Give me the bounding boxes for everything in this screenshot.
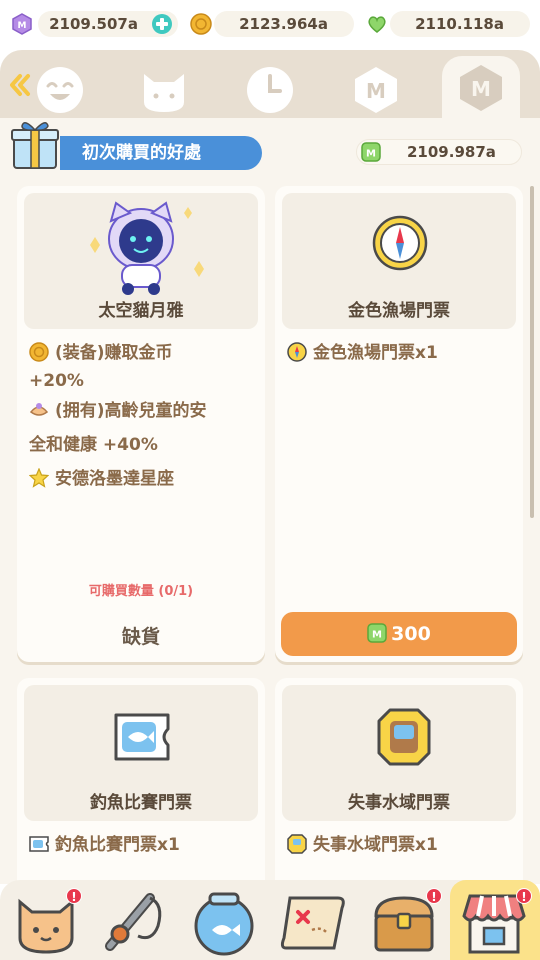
compass-icon <box>287 342 307 362</box>
product-card-space-cat[interactable]: 太空貓月雅 (装备)赚取金币 +20% (拥有)高齡兒童的安 全和健康 +40%… <box>17 186 265 662</box>
purchase-limit: 可購買數量 (0/1) <box>88 584 194 599</box>
tab-cat[interactable] <box>138 64 190 116</box>
tab-m-hex-active[interactable]: M <box>455 62 507 114</box>
gold-coin-balance: 2123.964a <box>214 11 354 37</box>
section-balance: M 2109.987a <box>356 139 522 165</box>
svg-text:M: M <box>372 630 382 641</box>
buy-price: 300 <box>391 623 431 645</box>
shop-content[interactable]: 初次購買的好處 M 2109.987a 太空貓月雅 (装备)赚取金币 +20% … <box>0 118 540 884</box>
nav-badge: ! <box>426 888 442 904</box>
product-effect-line: +20% <box>29 371 84 391</box>
product-card-golden-fishery[interactable]: 金色漁場門票 金色漁場門票x1 M 300 <box>275 186 523 662</box>
sold-out-label: 缺貨 <box>121 626 160 648</box>
product-card-fishing-contest[interactable]: 釣魚比賽門票 釣魚比賽門票x1 <box>17 678 265 884</box>
svg-text:M: M <box>471 77 491 101</box>
product-reward-line: 失事水域門票x1 <box>287 828 513 862</box>
svg-text:M: M <box>18 21 27 31</box>
m-ticket-icon: M <box>361 142 381 162</box>
nav-badge: ! <box>516 888 532 904</box>
product-reward-line: 釣魚比賽門票x1 <box>29 828 255 862</box>
fish-ticket-icon <box>114 713 170 761</box>
product-title: 釣魚比賽門票 <box>90 793 192 813</box>
m-ticket-icon: M <box>367 623 387 643</box>
green-heart-balance: 2110.118a <box>390 11 530 37</box>
buy-button[interactable]: M 300 <box>281 612 517 656</box>
product-title: 太空貓月雅 <box>98 301 184 321</box>
moon-gem-icon: M <box>12 13 32 35</box>
product-effect-line: (拥有)高齡兒童的安 <box>29 394 255 428</box>
gift-icon <box>11 122 59 169</box>
wreck-ticket-icon <box>377 708 431 766</box>
product-title: 失事水域門票 <box>348 793 450 813</box>
nav-fishing-rod-icon[interactable] <box>98 886 170 958</box>
product-card-wreck-waters[interactable]: 失事水域門票 失事水域門票x1 <box>275 678 523 884</box>
product-effect-line: 安德洛墨達星座 <box>29 462 255 496</box>
scrollbar[interactable] <box>530 186 534 518</box>
elder-care-icon <box>29 403 49 416</box>
tab-m-hex[interactable]: M <box>350 64 402 116</box>
nav-treasure-map-icon[interactable] <box>280 886 352 958</box>
tab-clock[interactable] <box>244 64 296 116</box>
section-title: 初次購買的好處 <box>60 136 262 170</box>
nav-fishbowl-icon[interactable] <box>188 886 260 958</box>
product-effect-line: 全和健康 +40% <box>29 435 158 455</box>
gold-coin-icon <box>29 342 49 362</box>
product-reward-line: 金色漁場門票x1 <box>287 336 513 370</box>
compass-icon <box>372 215 428 271</box>
currency-bar: M 2109.507a 2123.964a 2110.118a <box>0 0 540 50</box>
green-heart-icon <box>368 16 386 33</box>
tab-smile[interactable] <box>34 64 86 116</box>
star-icon <box>29 468 49 488</box>
space-cat-icon <box>90 201 204 295</box>
wreck-ticket-icon <box>287 834 307 854</box>
product-title: 金色漁場門票 <box>348 301 450 321</box>
add-currency-icon[interactable] <box>151 13 173 35</box>
back-chevron-icon[interactable] <box>6 72 32 98</box>
svg-text:M: M <box>366 149 376 160</box>
svg-text:M: M <box>366 79 386 103</box>
fish-ticket-icon <box>29 836 49 852</box>
gold-coin-icon <box>190 13 212 35</box>
nav-badge: ! <box>66 888 82 904</box>
bottom-nav: ! ! ! <box>0 880 540 960</box>
